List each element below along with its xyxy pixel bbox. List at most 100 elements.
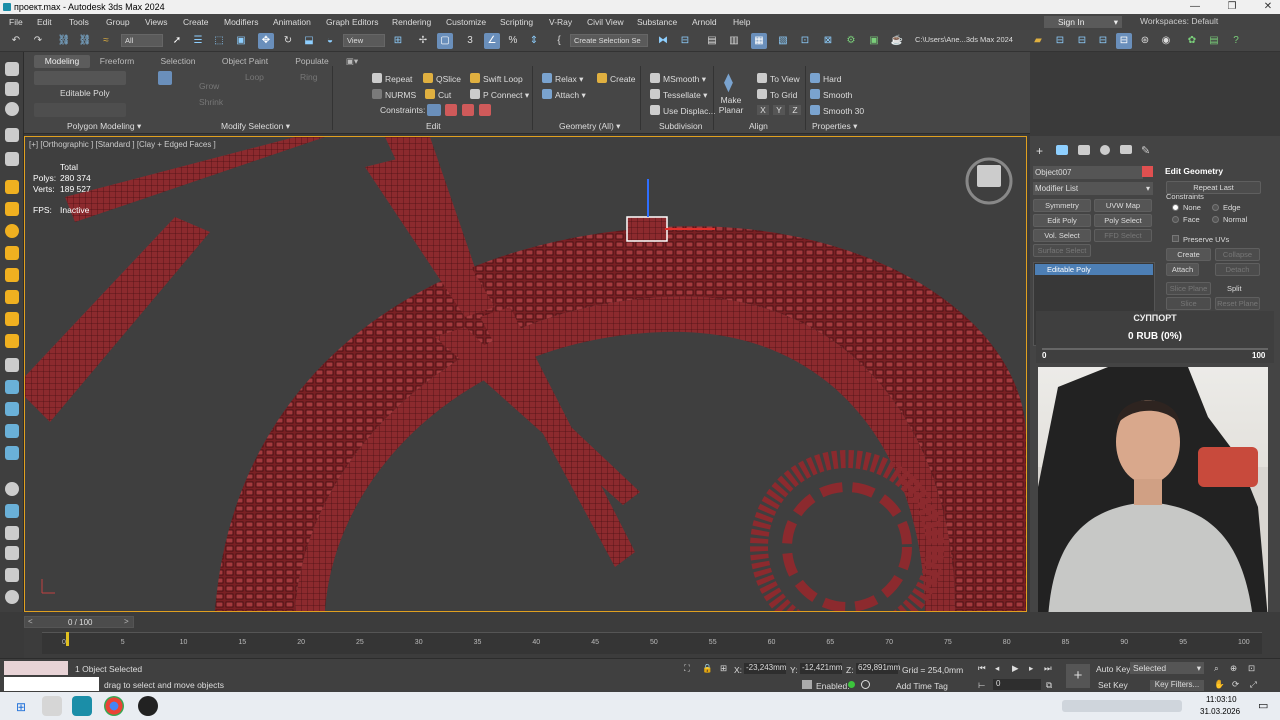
tessellate-button[interactable]: Tessellate ▾ (650, 89, 707, 101)
ffd-select-button[interactable]: FFD Select (1094, 229, 1152, 242)
to-grid-button[interactable]: To Grid (757, 89, 797, 100)
keyboard-shortcut-override-icon[interactable]: ▢ (437, 33, 453, 49)
set-key-plus-icon[interactable]: + (1066, 664, 1090, 688)
hard-button[interactable]: Hard (810, 73, 841, 84)
edit-poly-button[interactable]: Edit Poly (1033, 214, 1091, 227)
subobject-icons[interactable] (34, 71, 126, 85)
select-by-name-icon[interactable]: ☰ (190, 33, 206, 49)
tray-icons[interactable] (1062, 700, 1182, 712)
time-slider-prev-icon[interactable]: < (28, 617, 33, 626)
split-checkbox[interactable]: Split (1227, 284, 1242, 293)
time-tag-button[interactable]: Add Time Tag (884, 681, 948, 691)
detach-button[interactable]: Detach (1215, 263, 1260, 276)
zoom-all-icon[interactable]: ⊕ (1230, 663, 1237, 674)
display-tab-icon[interactable] (1120, 145, 1132, 154)
sign-in-dropdown[interactable]: Sign In ▾ (1044, 16, 1122, 28)
edit-named-selection-icon[interactable]: { (551, 33, 567, 49)
make-planar-button[interactable]: Make Planar (718, 95, 744, 115)
swift-loop-button[interactable]: Swift Loop (470, 73, 523, 84)
y-coordinate-field[interactable]: -12,421mm (800, 663, 842, 674)
menu-graph-editors[interactable]: Graph Editors (326, 17, 378, 27)
align-x-button[interactable]: X (757, 105, 769, 115)
menu-rendering[interactable]: Rendering (392, 17, 431, 27)
repeat-button[interactable]: Repeat (372, 73, 412, 84)
tool-icon-g[interactable] (5, 402, 19, 416)
attach-button[interactable]: Attach ▾ (542, 89, 586, 101)
constraint-edge-radio[interactable]: Edge (1212, 203, 1241, 212)
close-icon[interactable]: ✕ (1258, 1, 1278, 12)
group-align[interactable]: Align (749, 121, 768, 131)
tool-icon-o[interactable] (5, 590, 19, 604)
poly-select-button[interactable]: Poly Select (1094, 214, 1152, 227)
taskbar-chrome-icon[interactable] (104, 696, 124, 716)
tool-icon-n[interactable] (5, 568, 19, 582)
pan-icon[interactable]: ✋ (1214, 679, 1225, 690)
sphere-icon[interactable] (5, 102, 19, 116)
taskbar-3dsmax-icon[interactable] (72, 696, 92, 716)
menu-scripting[interactable]: Scripting (500, 17, 533, 27)
scene-explorer-icon[interactable]: ▤ (704, 33, 720, 49)
viewport-icon-1[interactable]: ⊟ (1052, 33, 1068, 49)
enabled-indicator-icon[interactable] (848, 681, 855, 688)
use-displace-button[interactable]: Use Displac... (650, 105, 715, 116)
constraint-normal-icon[interactable] (479, 104, 491, 116)
menu-customize[interactable]: Customize (446, 17, 486, 27)
rendered-frame-window-icon[interactable]: ▣ (866, 33, 882, 49)
select-manipulate-icon[interactable]: ✢ (415, 33, 431, 49)
align-z-button[interactable]: Z (789, 105, 801, 115)
set-key-button[interactable]: Set Key (1098, 680, 1128, 690)
project-path-dropdown[interactable]: C:\Users\Ane...3ds Max 2024 (912, 34, 1020, 47)
create-button[interactable]: Create (597, 73, 636, 84)
selected-object[interactable] (626, 216, 668, 242)
orbit-icon[interactable]: ⟳ (1232, 679, 1239, 690)
current-frame-field[interactable]: 0 (993, 679, 1041, 690)
menu-tools[interactable]: Tools (69, 17, 89, 27)
object-color-swatch[interactable] (1142, 166, 1153, 177)
grow-button[interactable]: Grow (199, 81, 219, 91)
undo-icon[interactable]: ↶ (8, 33, 24, 49)
hide-icon[interactable]: ⊛ (1137, 33, 1153, 49)
menu-modifiers[interactable]: Modifiers (224, 17, 258, 27)
select-and-move-icon[interactable]: ✥ (258, 33, 274, 49)
key-mode-icon[interactable]: ⊢ (978, 680, 985, 691)
teapot-icon[interactable] (5, 82, 19, 96)
reference-coordinate-dropdown[interactable]: View (343, 34, 385, 47)
msmooth-button[interactable]: MSmooth ▾ (650, 73, 706, 85)
vol-select-button[interactable]: Vol. Select (1033, 229, 1091, 242)
lock-selection-icon[interactable]: 🔒 (702, 663, 713, 674)
modifier-list-dropdown[interactable]: Modifier List ▾ (1033, 182, 1153, 195)
percent-snap-icon[interactable]: % (505, 33, 521, 49)
tool-icon-c[interactable] (5, 312, 19, 326)
constraint-face-icon[interactable] (462, 104, 474, 116)
key-filters-button[interactable]: Key Filters... (1150, 680, 1204, 691)
menu-help[interactable]: Help (733, 17, 750, 27)
isolate-selection-icon[interactable]: ⛶ (684, 663, 690, 674)
tool-icon-d[interactable] (5, 334, 19, 348)
tool-icon-i[interactable] (5, 446, 19, 460)
slice-button[interactable]: Slice (1166, 297, 1211, 310)
notification-icon[interactable]: ▭ (1258, 699, 1268, 712)
viewport-label[interactable]: [+] [Orthographic ] [Standard ] [Clay + … (29, 140, 216, 149)
adaptive-degradation-icon[interactable] (802, 680, 812, 689)
material-editor-icon[interactable]: ⊠ (820, 33, 836, 49)
element-icon[interactable] (158, 71, 172, 85)
polygon-tools-row[interactable] (34, 103, 126, 117)
viewport-orthographic[interactable]: [+] [Orthographic ] [Standard ] [Clay + … (24, 136, 1027, 612)
menu-group[interactable]: Group (106, 17, 130, 27)
render-setup-icon[interactable]: ⚙ (843, 33, 859, 49)
system-icon[interactable] (5, 246, 19, 260)
prev-frame-icon[interactable]: ◂ (995, 663, 999, 674)
group-geometry-all[interactable]: Geometry (All) ▾ (559, 121, 620, 132)
smooth-button[interactable]: Smooth (810, 89, 852, 100)
time-tag-icon[interactable] (861, 680, 870, 689)
slice-plane-button[interactable]: Slice Plane (1166, 282, 1211, 295)
align-icon[interactable]: ⊟ (677, 33, 693, 49)
select-and-rotate-icon[interactable]: ↻ (280, 33, 296, 49)
menu-arnold[interactable]: Arnold (692, 17, 717, 27)
tool-icon-b[interactable] (5, 290, 19, 304)
constraint-edge-icon[interactable] (445, 104, 457, 116)
group-subdivision[interactable]: Subdivision (659, 121, 702, 131)
p-connect-button[interactable]: P Connect ▾ (470, 89, 529, 101)
helper-icon[interactable] (5, 202, 19, 216)
menu-create[interactable]: Create (183, 17, 209, 27)
